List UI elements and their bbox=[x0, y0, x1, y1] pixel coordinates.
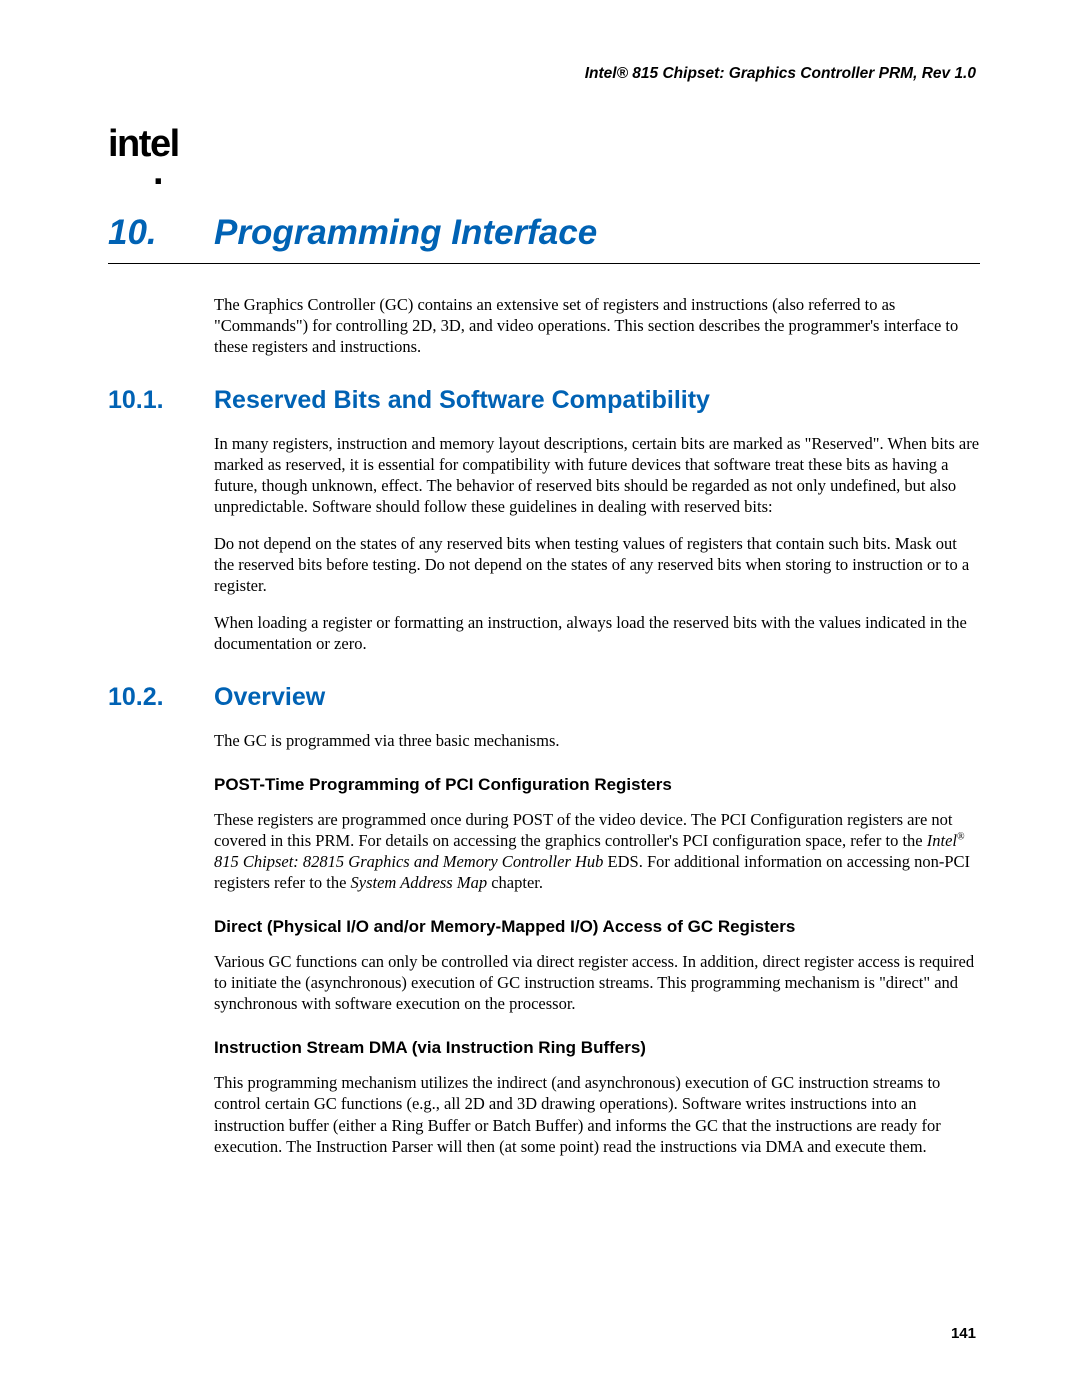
subsection-direct-access-para: Various GC functions can only be control… bbox=[214, 951, 980, 1014]
section-10-1-heading: 10.1.Reserved Bits and Software Compatib… bbox=[108, 386, 980, 415]
subsection-instruction-stream-para: This programming mechanism utilizes the … bbox=[214, 1072, 980, 1156]
section-10-1-para3: When loading a register or formatting an… bbox=[214, 612, 980, 654]
section-number: 10.1. bbox=[108, 386, 214, 415]
chapter-heading: 10.Programming Interface bbox=[108, 213, 980, 264]
subsection-post-time-heading: POST-Time Programming of PCI Configurati… bbox=[214, 775, 980, 795]
section-10-1-para1: In many registers, instruction and memor… bbox=[214, 433, 980, 517]
subsection-instruction-stream-heading: Instruction Stream DMA (via Instruction … bbox=[214, 1038, 980, 1058]
section-title-text: Reserved Bits and Software Compatibility bbox=[214, 386, 710, 414]
section-10-2-para1: The GC is programmed via three basic mec… bbox=[214, 730, 980, 751]
intro-paragraph: The Graphics Controller (GC) contains an… bbox=[214, 294, 980, 357]
chapter-number: 10. bbox=[108, 213, 214, 253]
subsection-post-time-para: These registers are programmed once duri… bbox=[214, 809, 980, 893]
section-number: 10.2. bbox=[108, 683, 214, 712]
document-title: Intel® 815 Chipset: Graphics Controller … bbox=[108, 65, 980, 83]
page-header: Intel® 815 Chipset: Graphics Controller … bbox=[108, 65, 980, 83]
page-number: 141 bbox=[951, 1325, 976, 1342]
section-title-text: Overview bbox=[214, 683, 325, 711]
section-10-2-heading: 10.2.Overview bbox=[108, 683, 980, 712]
subsection-direct-access-heading: Direct (Physical I/O and/or Memory-Mappe… bbox=[214, 917, 980, 937]
intel-logo: inte.l bbox=[108, 127, 980, 161]
section-10-1-para2: Do not depend on the states of any reser… bbox=[214, 533, 980, 596]
chapter-title-text: Programming Interface bbox=[214, 213, 597, 252]
